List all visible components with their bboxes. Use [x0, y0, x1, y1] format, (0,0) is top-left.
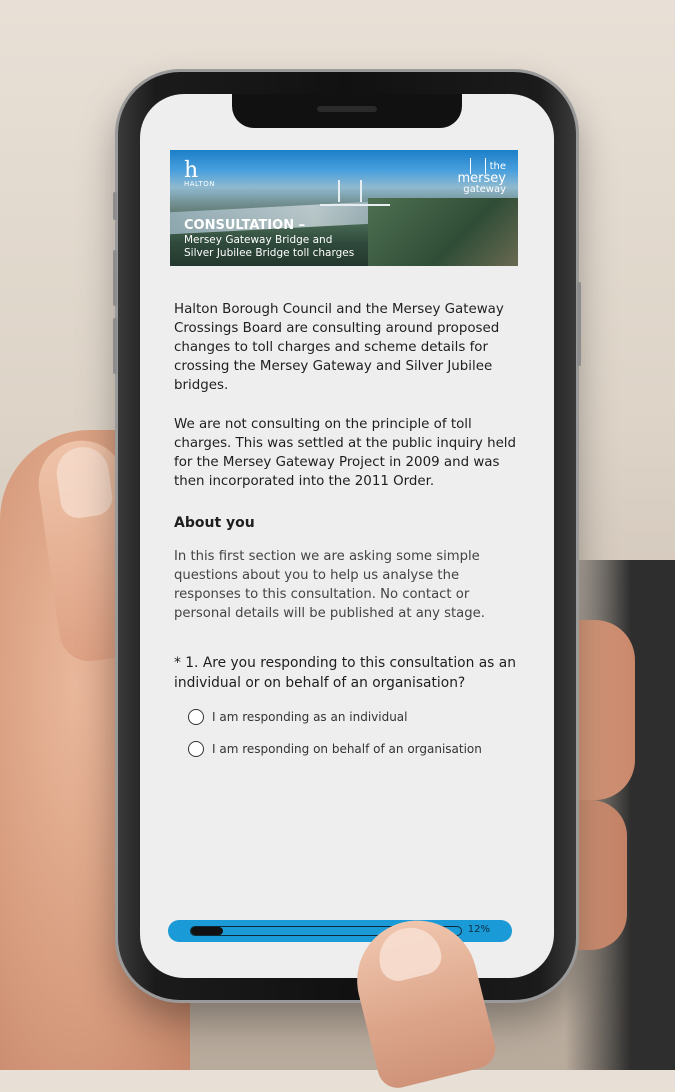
bridge-pylon	[360, 180, 362, 202]
volume-up-button	[113, 250, 117, 306]
radio-individual[interactable]	[188, 709, 204, 725]
intro-paragraph-1: Halton Borough Council and the Mersey Ga…	[174, 302, 504, 393]
option-individual-label: I am responding as an individual	[212, 710, 408, 724]
speaker-grille	[317, 106, 377, 112]
banner-title: CONSULTATION –	[184, 218, 306, 233]
power-button	[577, 282, 581, 366]
progress-label: 12%	[467, 924, 490, 935]
banner-bridge	[320, 190, 390, 206]
progress-fill	[191, 927, 224, 935]
phone-device: h HALTON the mersey gateway CONSULTATION…	[113, 72, 581, 1000]
halton-logo-icon: h	[184, 158, 199, 183]
notch	[232, 94, 462, 128]
bridge-pylon	[338, 180, 340, 202]
volume-down-button	[113, 318, 117, 374]
mute-switch	[113, 192, 117, 220]
option-organisation[interactable]: I am responding on behalf of an organisa…	[188, 741, 526, 757]
survey-content: Halton Borough Council and the Mersey Ga…	[174, 300, 526, 757]
mersey-logo-sub: gateway	[463, 184, 506, 195]
banner-subtitle-line1: Mersey Gateway Bridge and	[184, 234, 333, 246]
consultation-banner: h HALTON the mersey gateway CONSULTATION…	[170, 150, 518, 266]
option-individual[interactable]: I am responding as an individual	[188, 709, 526, 725]
phone-screen: h HALTON the mersey gateway CONSULTATION…	[140, 94, 554, 978]
section-title-about-you: About you	[174, 515, 255, 531]
radio-organisation[interactable]	[188, 741, 204, 757]
banner-subtitle: Mersey Gateway Bridge and Silver Jubilee…	[184, 234, 354, 260]
mersey-gateway-logo: the mersey gateway	[458, 158, 506, 195]
section-description: In this first section we are asking some…	[174, 549, 485, 621]
option-organisation-label: I am responding on behalf of an organisa…	[212, 742, 482, 756]
question-1-text: * 1. Are you responding to this consulta…	[174, 655, 516, 691]
banner-land	[368, 198, 518, 266]
intro-paragraph-2: We are not consulting on the principle o…	[174, 417, 517, 489]
halton-logo-text: HALTON	[184, 180, 216, 188]
banner-subtitle-line2: Silver Jubilee Bridge toll charges	[184, 247, 355, 259]
